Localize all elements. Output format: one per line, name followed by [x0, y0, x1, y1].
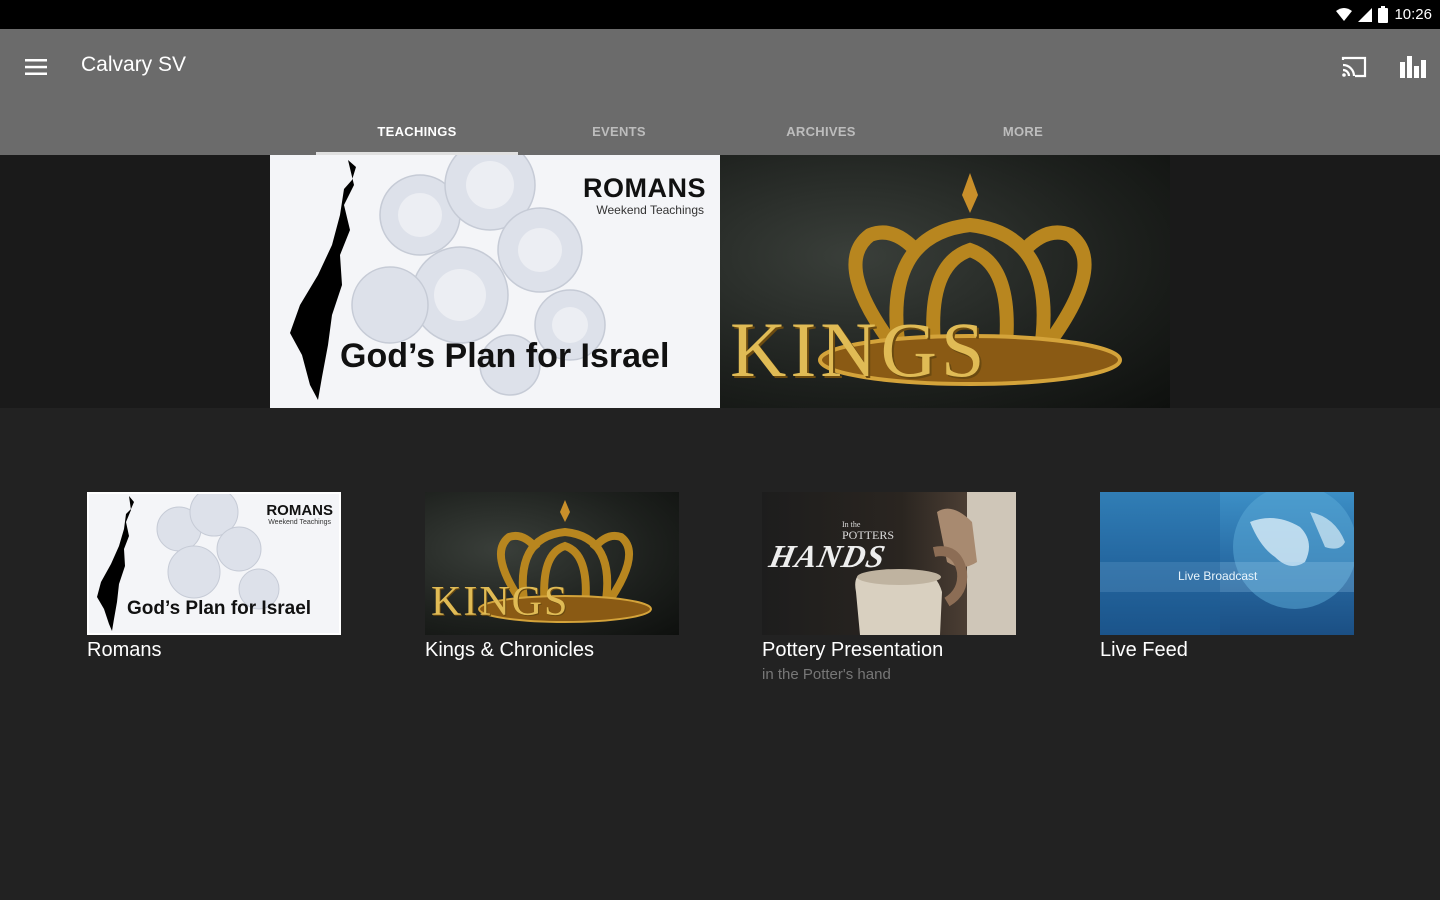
tab-more[interactable]: MORE: [922, 107, 1124, 155]
card-title: Kings & Chronicles: [425, 639, 594, 661]
romans-thumb-title: ROMANS: [266, 502, 333, 519]
stats-button[interactable]: [1395, 49, 1431, 85]
globe-image: [1100, 492, 1354, 635]
card-romans[interactable]: ROMANS Weekend Teachings God’s Plan for …: [87, 492, 341, 662]
card-subtitle: in the Potter's hand: [762, 666, 891, 683]
wifi-icon: [1336, 7, 1353, 21]
hero-romans-tagline: God’s Plan for Israel: [340, 337, 670, 375]
romans-thumb-subtitle: Weekend Teachings: [268, 519, 331, 526]
hero-carousel: ROMANS Weekend Teachings God’s Plan for …: [0, 155, 1440, 408]
pottery-thumb-line3: HANDS: [766, 538, 890, 574]
status-time: 10:26: [1394, 6, 1432, 23]
hero-romans-subtitle: Weekend Teachings: [596, 203, 704, 217]
status-bar: 10:26: [0, 0, 1440, 29]
card-title: Live Feed: [1100, 639, 1188, 661]
status-icons: 10:26: [1336, 4, 1432, 25]
card-kings-chronicles[interactable]: KINGS Kings & Chronicles: [425, 492, 679, 662]
signal-icon: [1358, 7, 1373, 22]
battery-icon: [1378, 6, 1389, 23]
live-thumb-title: Live Broadcast: [1178, 569, 1258, 583]
romans-thumb-tagline: God’s Plan for Israel: [127, 598, 312, 619]
tab-archives[interactable]: ARCHIVES: [720, 107, 922, 155]
hero-kings-banner[interactable]: KINGS: [720, 155, 1170, 408]
romans-thumbnail[interactable]: ROMANS Weekend Teachings God’s Plan for …: [87, 492, 341, 635]
pottery-thumbnail[interactable]: In the POTTERS HANDS: [762, 492, 1016, 635]
card-live-feed[interactable]: Live Broadcast Live Feed: [1100, 492, 1354, 662]
card-title: Romans: [87, 639, 162, 661]
menu-button[interactable]: [18, 49, 54, 85]
hero-romans-title: ROMANS: [583, 173, 706, 203]
tab-events[interactable]: EVENTS: [518, 107, 720, 155]
tab-bar: TEACHINGS EVENTS ARCHIVES MORE: [316, 107, 1124, 155]
tab-teachings[interactable]: TEACHINGS: [316, 107, 518, 155]
kings-thumb-title: KINGS: [431, 579, 570, 625]
bar-chart-icon: [1400, 56, 1426, 78]
cast-button[interactable]: [1336, 49, 1372, 85]
card-pottery-presentation[interactable]: In the POTTERS HANDS Pottery Presentatio…: [762, 492, 1016, 683]
hamburger-icon: [25, 59, 47, 75]
app-title: Calvary SV: [81, 53, 187, 76]
cast-icon: [1341, 56, 1367, 78]
card-title: Pottery Presentation: [762, 639, 944, 661]
app-bar: Calvary SV TEACHINGS EVENTS ARCHIVES MOR…: [0, 29, 1440, 155]
kings-thumbnail[interactable]: KINGS: [425, 492, 679, 635]
hero-kings-title: KINGS: [730, 306, 989, 393]
live-feed-thumbnail[interactable]: Live Broadcast: [1100, 492, 1354, 635]
hero-romans-banner[interactable]: ROMANS Weekend Teachings God’s Plan for …: [270, 155, 720, 408]
